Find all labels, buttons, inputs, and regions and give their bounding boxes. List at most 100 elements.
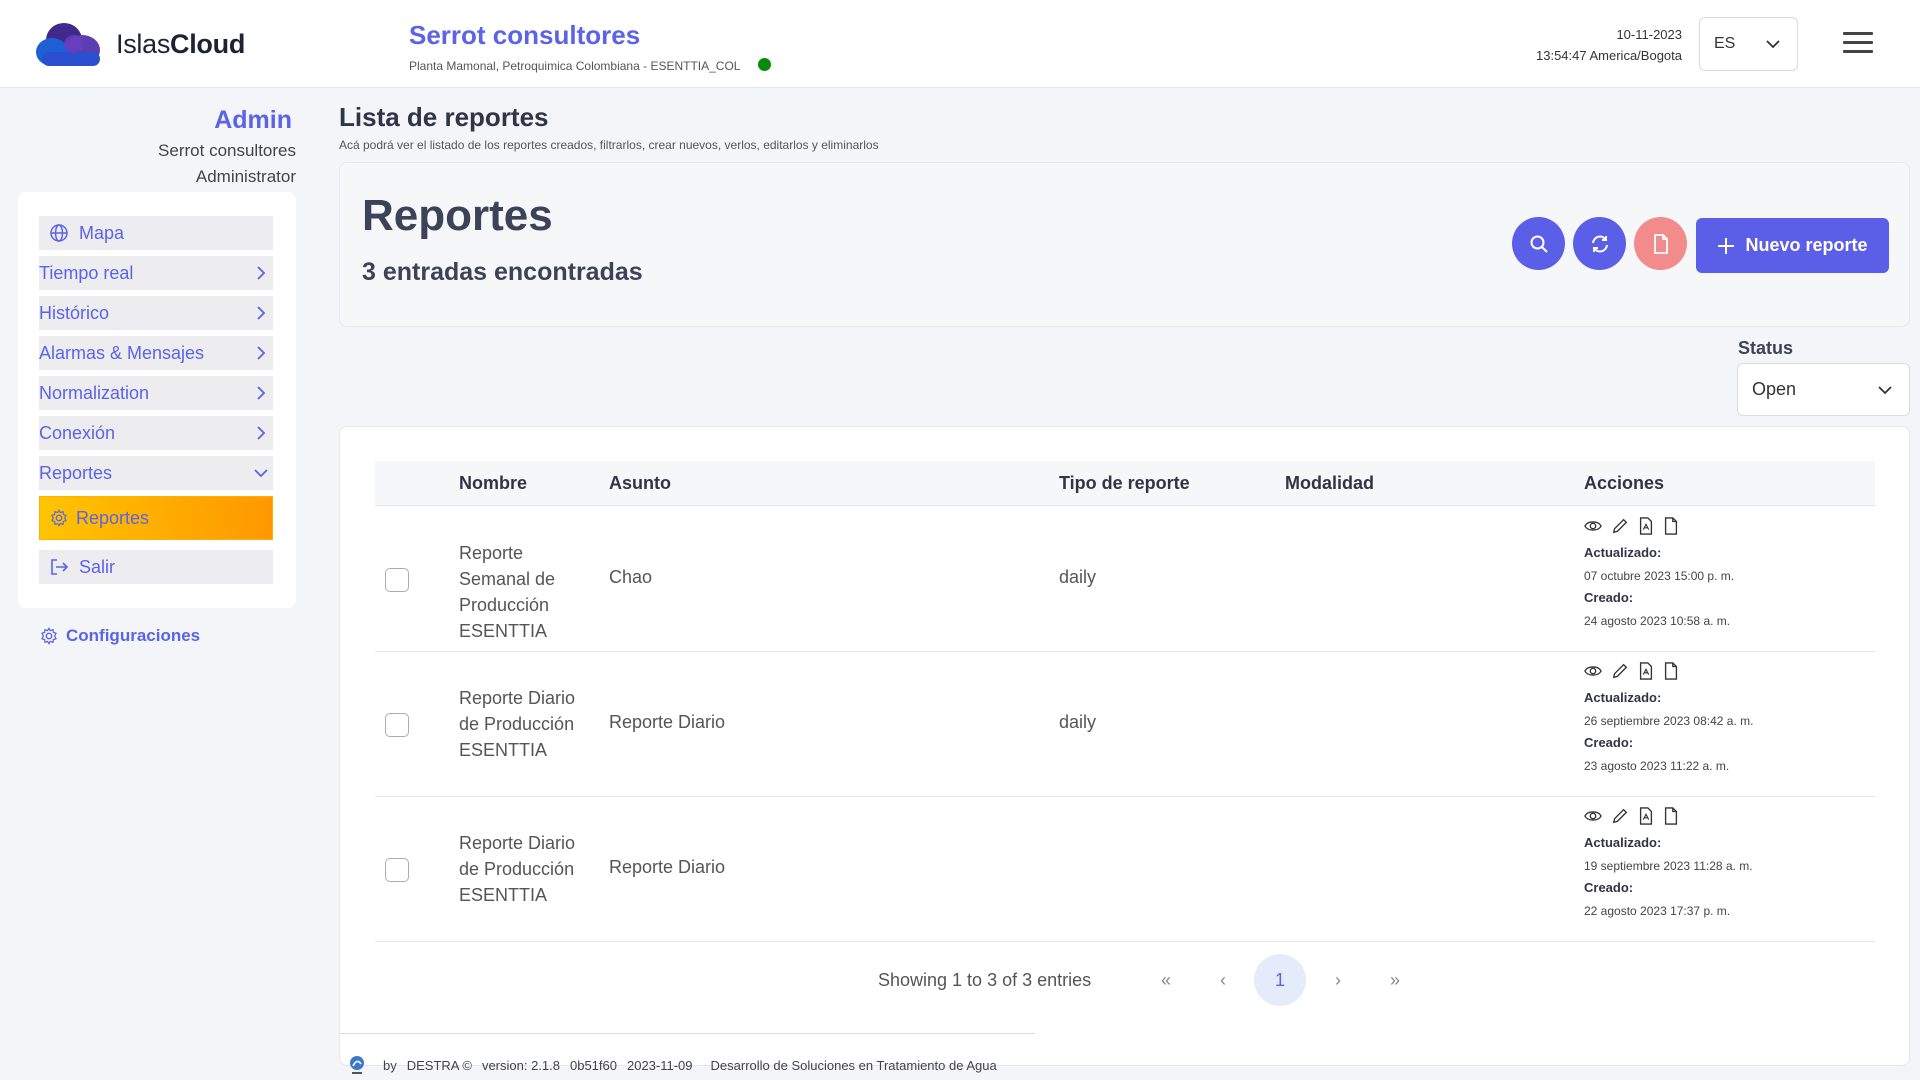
company-info: Serrot consultores Planta Mamonal, Petro… xyxy=(409,20,772,73)
sidebar-item-conexion[interactable]: Conexión xyxy=(39,416,273,450)
file-icon[interactable] xyxy=(1663,807,1679,825)
table-row: Reporte Diario de Producción ESENTTIA Re… xyxy=(375,797,1875,942)
datetime: 10-11-2023 13:54:47 America/Bogota xyxy=(1536,24,1682,66)
edit-icon[interactable] xyxy=(1611,517,1629,535)
updated-value: 26 septiembre 2023 08:42 a. m. xyxy=(1584,714,1754,728)
updated-value: 19 septiembre 2023 11:28 a. m. xyxy=(1584,859,1753,873)
view-icon[interactable] xyxy=(1584,662,1602,680)
new-report-button[interactable]: Nuevo reporte xyxy=(1696,218,1889,273)
sidebar-item-mapa[interactable]: Mapa xyxy=(39,216,273,250)
status-filter-value: Open xyxy=(1752,379,1797,399)
language-value: ES xyxy=(1714,35,1736,52)
report-type: daily xyxy=(1059,567,1097,587)
islascloud-logo[interactable]: IslasCloud xyxy=(34,20,245,68)
sidebar-item-historico[interactable]: Histórico xyxy=(39,296,273,330)
updated-value: 07 octubre 2023 15:00 p. m. xyxy=(1584,569,1735,583)
menu-icon[interactable] xyxy=(1843,32,1873,54)
logo-text: IslasCloud xyxy=(116,28,246,59)
row-checkbox[interactable] xyxy=(385,713,409,737)
page-button-1[interactable]: 1 xyxy=(1254,954,1306,1006)
footer-version: version: 2.1.8 xyxy=(481,1057,560,1073)
created-value: 22 agosto 2023 17:37 p. m. xyxy=(1584,904,1731,918)
destra-logo-icon xyxy=(350,1056,364,1074)
card-title: Reportes xyxy=(362,191,553,240)
file-pdf-icon[interactable] xyxy=(1638,662,1654,680)
report-name: Reporte Semanal de Producción ESENTTIA xyxy=(459,543,556,641)
file-pdf-icon[interactable] xyxy=(1638,807,1654,825)
report-subject: Reporte Diario xyxy=(609,857,726,877)
column-header-acciones: Acciones xyxy=(1584,473,1665,493)
created-label: Creado: xyxy=(1584,735,1634,750)
footer-date: 2023-11-09 xyxy=(626,1057,693,1073)
report-name: Reporte Diario de Producción ESENTTIA xyxy=(459,688,576,760)
edit-icon[interactable] xyxy=(1611,807,1629,825)
row-actions: Actualizado: 26 septiembre 2023 08:42 a.… xyxy=(1584,662,1753,780)
column-header-asunto[interactable]: Asunto xyxy=(609,473,671,494)
logout-icon xyxy=(51,559,69,575)
status-filter-select[interactable]: Open xyxy=(1737,363,1910,416)
sidebar-item-label: Reportes xyxy=(39,462,113,483)
column-header-tipo[interactable]: Tipo de reporte xyxy=(1059,473,1190,494)
created-value: 24 agosto 2023 10:58 a. m. xyxy=(1584,614,1731,628)
page-title: Lista de reportes xyxy=(339,102,549,132)
row-actions: Actualizado: 19 septiembre 2023 11:28 a.… xyxy=(1584,807,1753,925)
sidebar-item-label: Conexión xyxy=(39,422,116,443)
chevron-down-icon xyxy=(1766,40,1780,49)
view-icon[interactable] xyxy=(1584,517,1602,535)
column-header-nombre[interactable]: Nombre xyxy=(459,473,527,494)
search-button[interactable] xyxy=(1512,217,1565,270)
user-role: Administrator xyxy=(195,167,296,186)
export-pdf-button[interactable] xyxy=(1634,217,1687,270)
sidebar-item-reportes[interactable]: Reportes xyxy=(39,456,273,490)
settings-link[interactable]: Configuraciones xyxy=(40,626,200,646)
plant-info: Planta Mamonal, Petroquimica Colombiana … xyxy=(409,59,741,73)
globe-icon xyxy=(50,224,68,242)
chevron-right-icon xyxy=(257,266,266,280)
footer-tagline: Desarrollo de Soluciones en Tratamiento … xyxy=(710,1057,997,1073)
chevron-right-icon xyxy=(257,346,266,360)
column-header-modalidad[interactable]: Modalidad xyxy=(1285,473,1374,494)
sidebar-nav: Mapa Tiempo real Histórico Alarmas & Men… xyxy=(18,192,296,608)
sidebar-item-label: Alarmas & Mensajes xyxy=(39,342,205,363)
language-select[interactable]: ES xyxy=(1699,17,1798,71)
last-page-button[interactable]: » xyxy=(1369,954,1421,1006)
refresh-icon xyxy=(1591,235,1608,252)
divider xyxy=(340,1033,1035,1034)
prev-page-button[interactable]: ‹ xyxy=(1197,954,1249,1006)
file-icon[interactable] xyxy=(1663,517,1679,535)
company-name: Serrot consultores xyxy=(409,20,641,50)
first-page-button[interactable]: « xyxy=(1140,954,1192,1006)
reports-header-card: Reportes 3 entradas encontradas Nuevo re… xyxy=(339,162,1910,327)
refresh-button[interactable] xyxy=(1573,217,1626,270)
logout-label: Salir xyxy=(79,556,116,577)
created-label: Creado: xyxy=(1584,880,1634,895)
sidebar-subitem-label: Reportes xyxy=(76,507,150,528)
row-actions: Actualizado: 07 octubre 2023 15:00 p. m.… xyxy=(1584,517,1734,635)
sidebar-item-alarmas[interactable]: Alarmas & Mensajes xyxy=(39,336,273,370)
app-header: IslasCloud Serrot consultores Planta Mam… xyxy=(0,0,1920,88)
file-icon[interactable] xyxy=(1663,662,1679,680)
view-icon[interactable] xyxy=(1584,807,1602,825)
file-pdf-icon[interactable] xyxy=(1638,517,1654,535)
updated-label: Actualizado: xyxy=(1584,545,1662,560)
sidebar-item-label: Histórico xyxy=(39,302,110,323)
plus-icon xyxy=(1718,237,1735,254)
gear-icon xyxy=(51,509,67,527)
sidebar-item-normalization[interactable]: Normalization xyxy=(39,376,273,410)
updated-label: Actualizado: xyxy=(1584,690,1662,705)
row-checkbox[interactable] xyxy=(385,568,409,592)
footer-commit: 0b51f60 xyxy=(569,1057,617,1073)
next-page-button[interactable]: › xyxy=(1312,954,1364,1006)
entries-count: 3 entradas encontradas xyxy=(362,258,643,286)
footer-by: by xyxy=(383,1057,397,1073)
table-row: Reporte Diario de Producción ESENTTIA Re… xyxy=(375,652,1875,797)
report-name: Reporte Diario de Producción ESENTTIA xyxy=(459,833,576,905)
report-subject: Reporte Diario xyxy=(609,712,726,732)
settings-label: Configuraciones xyxy=(66,626,201,645)
sidebar-subitem-reportes[interactable]: Reportes xyxy=(39,496,273,540)
sidebar-item-tiempo-real[interactable]: Tiempo real xyxy=(39,256,273,290)
connection-status-dot xyxy=(758,57,772,71)
row-checkbox[interactable] xyxy=(385,858,409,882)
edit-icon[interactable] xyxy=(1611,662,1629,680)
logout-button[interactable]: Salir xyxy=(39,550,273,584)
